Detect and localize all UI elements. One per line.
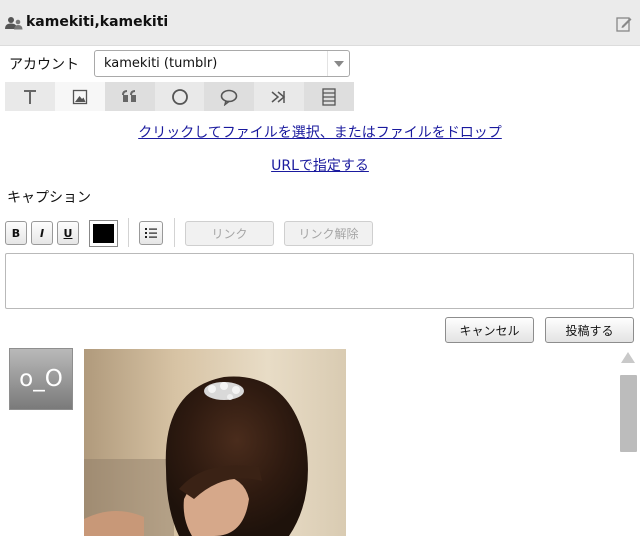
chat-icon [221, 89, 238, 106]
list-button[interactable] [139, 221, 163, 245]
title-bar: kamekiti,kamekiti [0, 0, 640, 46]
url-select-row: URLで指定する [0, 155, 640, 175]
unlink-button[interactable]: リンク解除 [284, 221, 373, 246]
toolbar-divider [174, 218, 175, 247]
avatar[interactable]: o_O [9, 348, 73, 410]
caption-label: キャプション [7, 190, 91, 206]
post-type-toolbar [5, 82, 355, 111]
scrollbar-thumb[interactable] [620, 375, 637, 452]
file-select-row: クリックしてファイルを選択、またはファイルをドロップ [0, 122, 640, 142]
scroll-up-arrow[interactable] [619, 348, 637, 366]
toolbar-divider [128, 218, 129, 247]
account-label: アカウント [9, 57, 79, 73]
bold-button[interactable]: B [5, 221, 27, 245]
chat-post-tab[interactable] [204, 82, 255, 111]
text-post-tab[interactable] [5, 82, 55, 111]
text-color-button[interactable] [89, 220, 118, 247]
url-select-link[interactable]: URLで指定する [271, 158, 369, 174]
chevron-down-icon[interactable] [327, 51, 349, 76]
quote-icon [121, 89, 136, 102]
cancel-button[interactable]: キャンセル [445, 317, 534, 343]
window-title: kamekiti,kamekiti [26, 14, 169, 30]
photo-post-tab[interactable] [54, 82, 105, 111]
edit-icon[interactable] [616, 16, 632, 32]
account-select[interactable]: kamekiti (tumblr) [94, 50, 350, 77]
color-swatch [93, 224, 114, 243]
link-button[interactable]: リンク [185, 221, 274, 246]
audio-icon [271, 90, 286, 103]
link-post-tab[interactable] [155, 82, 205, 111]
link-icon [171, 88, 188, 105]
caption-textarea[interactable] [5, 253, 634, 309]
audio-post-tab[interactable] [254, 82, 304, 111]
users-icon [5, 17, 23, 30]
post-photo[interactable] [84, 349, 346, 536]
text-icon [23, 89, 36, 104]
list-icon [145, 228, 157, 238]
post-button[interactable]: 投稿する [545, 317, 634, 343]
underline-button[interactable]: U [57, 221, 79, 245]
video-post-tab[interactable] [304, 82, 355, 111]
video-icon [322, 87, 336, 106]
quote-post-tab[interactable] [104, 82, 155, 111]
photo-icon [72, 89, 87, 104]
account-select-value: kamekiti (tumblr) [104, 56, 218, 71]
file-select-link[interactable]: クリックしてファイルを選択、またはファイルをドロップ [138, 125, 502, 141]
italic-button[interactable]: I [31, 221, 53, 245]
